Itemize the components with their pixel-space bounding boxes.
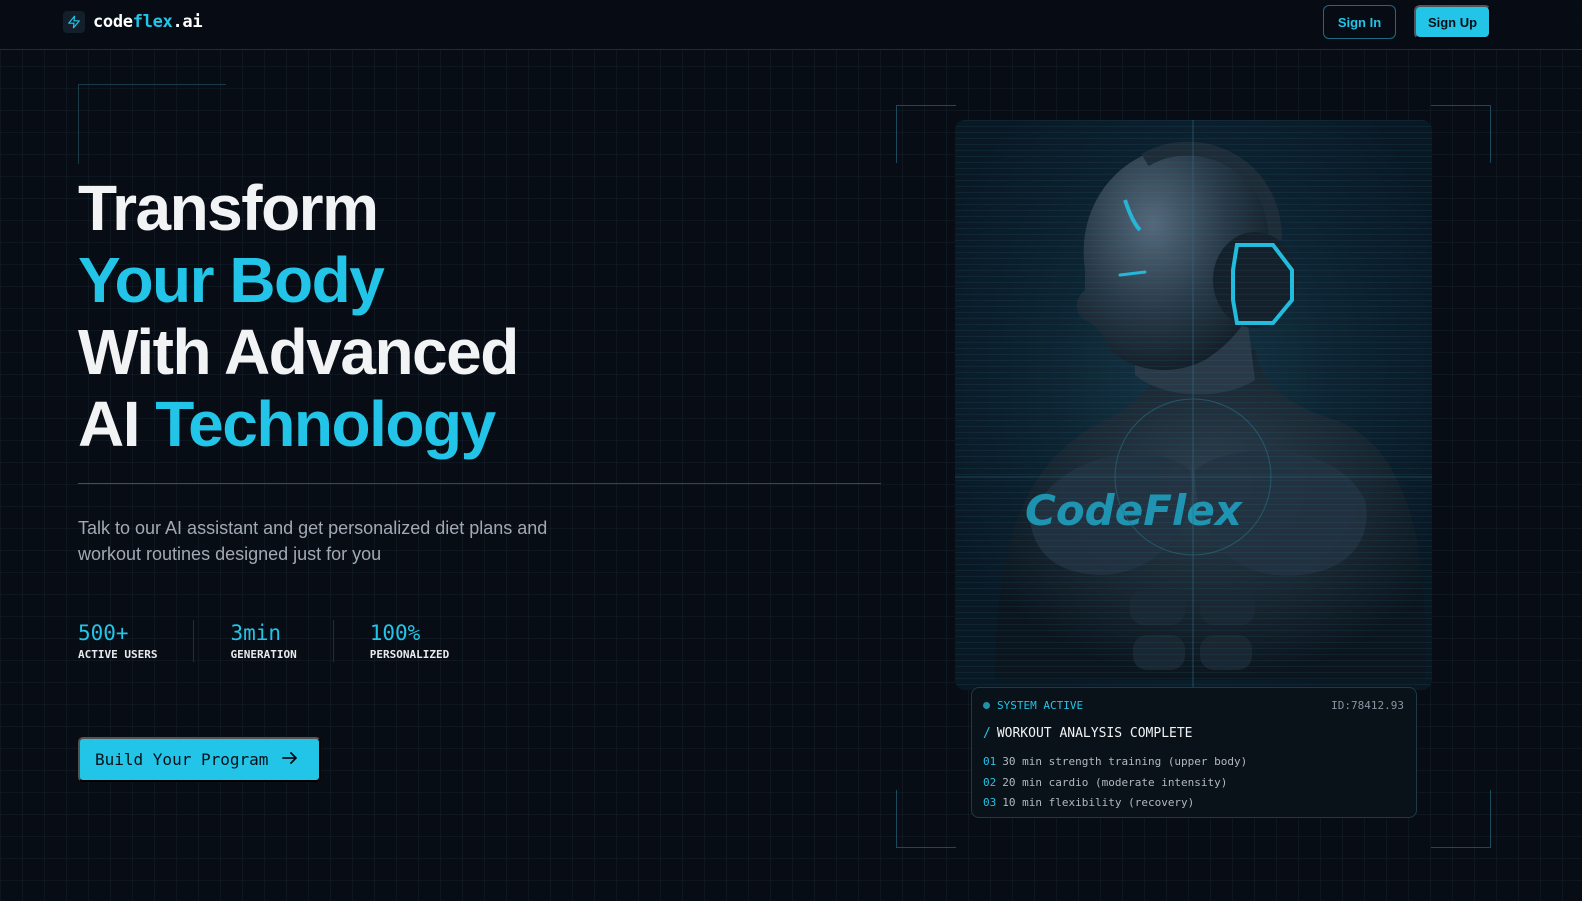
status-title: / WORKOUT ANALYSIS COMPLETE <box>983 726 1193 741</box>
subtitle-line-1: Talk to our AI assistant and get persona… <box>78 518 548 538</box>
stat-label: PERSONALIZED <box>369 648 450 661</box>
frame-corner <box>896 790 956 848</box>
logo-accent: flex <box>132 12 173 32</box>
item-number: 03 <box>983 796 997 809</box>
arrow-right-icon <box>282 750 298 769</box>
stat-label: GENERATION <box>230 648 297 661</box>
stat-active-users: 500+ ACTIVE USERS <box>78 620 157 662</box>
list-item: 02 20 min cardio (moderate intensity) <box>983 773 1247 794</box>
headline-line-4-cyan: Technology <box>155 388 496 460</box>
hero-robot-image: CodeFlex <box>955 120 1432 690</box>
lightning-bolt-icon <box>63 11 85 33</box>
workout-list: 01 30 min strength training (upper body) … <box>983 752 1247 814</box>
subtitle-line-2: workout routines designed just for you <box>78 544 382 564</box>
hero-headline: Transform Your Body With Advanced AI Tec… <box>78 172 519 460</box>
logo[interactable]: codeflex.ai <box>63 11 203 33</box>
logo-prefix: code <box>93 12 133 32</box>
stats-row: 500+ ACTIVE USERS 3min GENERATION 100% P… <box>78 620 449 662</box>
sign-up-button[interactable]: Sign Up <box>1414 5 1491 39</box>
frame-corner <box>896 105 956 163</box>
robot-illustration: CodeFlex <box>955 120 1432 690</box>
headline-line-1: Transform <box>78 172 379 244</box>
status-id: ID:78412.93 <box>1331 699 1404 712</box>
headline-line-4: AI Technology <box>78 388 518 460</box>
status-card: SYSTEM ACTIVE ID:78412.93 / WORKOUT ANALY… <box>971 687 1417 818</box>
stat-value: 500+ <box>78 621 129 645</box>
item-text: 10 min flexibility (recovery) <box>1002 796 1195 809</box>
build-program-button[interactable]: Build Your Program <box>78 737 321 782</box>
item-text: 30 min strength training (upper body) <box>1002 755 1248 768</box>
chest-text: CodeFlex <box>1025 486 1244 535</box>
hero-divider <box>78 483 881 484</box>
stat-generation: 3min GENERATION <box>230 620 296 662</box>
status-dot-icon <box>983 702 990 709</box>
status-indicator: SYSTEM ACTIVE <box>997 699 1084 712</box>
stat-divider <box>193 620 195 662</box>
hero-subtitle: Talk to our AI assistant and get persona… <box>78 515 598 567</box>
stat-divider <box>332 620 334 662</box>
headline-line-2: Your Body <box>78 244 385 316</box>
top-navbar: codeflex.ai Sign In Sign Up <box>0 0 1582 50</box>
frame-corner <box>1431 790 1491 848</box>
frame-corner <box>1431 105 1491 163</box>
headline-line-3: With Advanced <box>78 316 519 388</box>
list-item: 03 10 min flexibility (recovery) <box>983 793 1247 814</box>
item-text: 20 min cardio (moderate intensity) <box>1002 775 1228 789</box>
cta-label: Build Your Program <box>95 750 269 769</box>
sign-in-button[interactable]: Sign In <box>1323 5 1396 39</box>
item-number: 02 <box>983 775 997 789</box>
decorative-corner <box>78 84 226 164</box>
stat-value: 3min <box>230 621 282 645</box>
title-slash: / <box>983 726 991 741</box>
logo-text: codeflex.ai <box>93 12 203 32</box>
logo-suffix: .ai <box>172 12 203 32</box>
item-number: 01 <box>983 755 997 768</box>
stat-value: 100% <box>369 621 421 645</box>
stat-personalized: 100% PERSONALIZED <box>370 620 449 662</box>
list-item: 01 30 min strength training (upper body) <box>983 752 1247 773</box>
title-text: WORKOUT ANALYSIS COMPLETE <box>996 726 1193 741</box>
headline-line-4-white: AI <box>78 388 141 460</box>
stat-label: ACTIVE USERS <box>78 648 158 661</box>
